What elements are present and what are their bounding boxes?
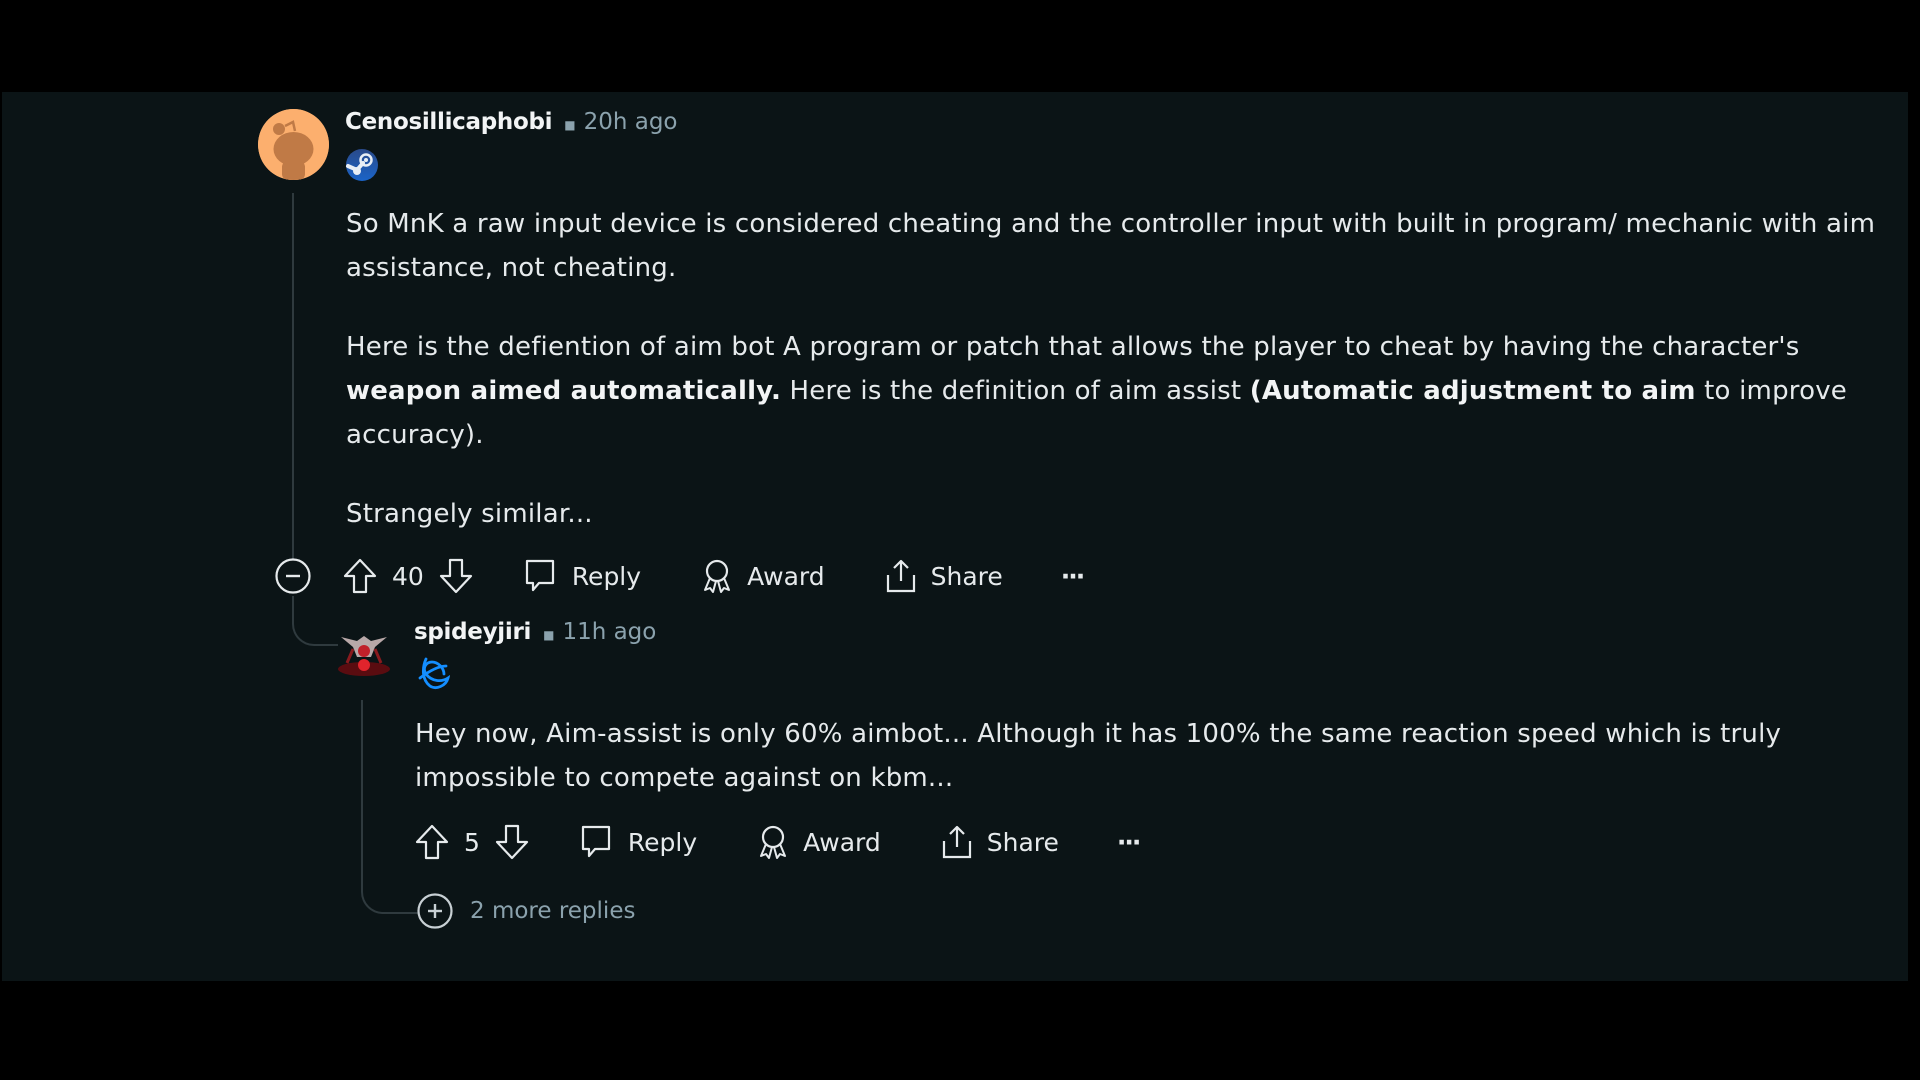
more-options-button[interactable]: ··· [1060, 561, 1085, 591]
avatar[interactable] [335, 627, 393, 677]
award-label: Award [803, 827, 881, 857]
comment-header: Cenosillicaphobi ■ 20h ago [345, 109, 678, 135]
reply-button[interactable]: Reply [522, 557, 641, 595]
more-options-button[interactable]: ··· [1116, 827, 1141, 857]
vote-count: 5 [464, 827, 480, 857]
username[interactable]: Cenosillicaphobi [345, 109, 553, 135]
share-label: Share [986, 827, 1059, 857]
timestamp: 20h ago [583, 109, 678, 135]
downvote-button[interactable] [494, 823, 530, 861]
user-avatar-icon [338, 636, 390, 676]
upvote-icon [343, 558, 377, 594]
comment-paragraph: Hey now, Aim-assist is only 60% aimbot..… [415, 719, 1782, 793]
more-options-icon: ··· [1116, 827, 1141, 857]
award-button[interactable]: Award [755, 823, 881, 861]
collapse-button[interactable] [274, 557, 312, 595]
share-button[interactable]: Share [939, 823, 1059, 861]
vote-count: 40 [392, 561, 424, 591]
share-label: Share [930, 561, 1003, 591]
username[interactable]: spideyjiri [414, 619, 531, 645]
reply-button[interactable]: Reply [578, 823, 697, 861]
share-icon [886, 559, 915, 593]
award-icon [704, 559, 731, 593]
reply-label: Reply [627, 827, 698, 857]
share-icon [942, 825, 971, 859]
comment-action-bar: 5 Reply Award Share ··· [414, 820, 1141, 864]
comment-paragraph: Here is the defiention of aim bot A prog… [346, 332, 1847, 450]
timestamp: 11h ago [562, 619, 657, 645]
downvote-icon [495, 824, 529, 860]
more-replies-label: 2 more replies [470, 898, 636, 924]
comment-bubble-icon [525, 559, 554, 592]
thread-line[interactable] [292, 193, 294, 559]
award-label: Award [747, 561, 825, 591]
steam-icon [345, 148, 379, 182]
thread-elbow-connector [292, 596, 338, 646]
upvote-button[interactable] [342, 557, 378, 595]
more-options-icon: ··· [1060, 561, 1085, 591]
expand-plus-icon [417, 893, 453, 929]
comment-bubble-icon [581, 825, 611, 858]
thread-elbow-connector [361, 870, 419, 914]
separator-dot: ■ [543, 628, 555, 642]
award-icon [760, 825, 787, 859]
award-button[interactable]: Award [699, 557, 825, 595]
thread-line[interactable] [361, 700, 363, 880]
comment-paragraph: Strangely similar... [346, 499, 593, 529]
comment-body: So MnK a raw input device is considered … [346, 202, 1886, 571]
reply-label: Reply [571, 561, 642, 591]
downvote-button[interactable] [438, 557, 474, 595]
upvote-icon [415, 824, 449, 860]
more-replies-button[interactable]: 2 more replies [416, 892, 635, 930]
avatar[interactable] [258, 109, 329, 180]
share-button[interactable]: Share [883, 557, 1003, 595]
comment-paragraph: So MnK a raw input device is considered … [346, 209, 1876, 283]
snoo-avatar-icon [258, 109, 329, 180]
separator-dot: ■ [564, 118, 576, 132]
upvote-button[interactable] [414, 823, 450, 861]
comment-action-bar: 40 Reply Award Share ··· [274, 554, 1085, 598]
battlenet-icon [416, 656, 451, 690]
collapse-minus-icon [275, 558, 311, 594]
comment-header: spideyjiri ■ 11h ago [414, 619, 656, 645]
comment-body: Hey now, Aim-assist is only 60% aimbot..… [415, 712, 1895, 835]
downvote-icon [439, 558, 472, 594]
